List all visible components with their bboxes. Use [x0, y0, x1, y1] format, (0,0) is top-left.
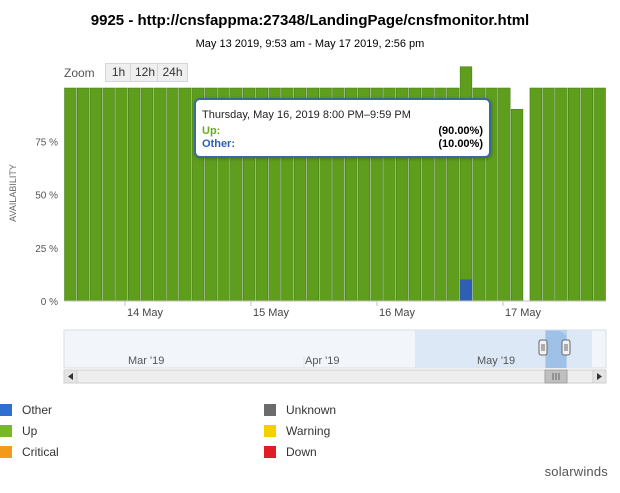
legend-label-down: Down — [286, 445, 317, 459]
navigator-left-handle[interactable] — [538, 339, 548, 356]
bar-up[interactable] — [529, 87, 542, 302]
bar-up[interactable] — [498, 87, 511, 302]
legend-label-warning: Warning — [286, 424, 331, 438]
y-tick-label: 50 % — [35, 191, 58, 202]
legend-swatch-warning — [264, 425, 276, 437]
bar-tooltip: Thursday, May 16, 2019 8:00 PM–9:59 PM U… — [194, 98, 491, 158]
legend-label-other: Other — [22, 403, 53, 417]
tooltip-up-label: Up: — [202, 125, 221, 137]
legend-swatch-critical — [0, 446, 12, 458]
bar-up[interactable] — [542, 87, 555, 302]
legend-label-critical: Critical — [22, 445, 59, 459]
y-tick-label: 75 % — [35, 137, 58, 148]
tooltip-other-label: Other: — [202, 138, 235, 150]
bar-up[interactable] — [166, 87, 179, 302]
bar-up[interactable] — [179, 87, 192, 302]
tooltip-up-value: (90.00%) — [438, 125, 483, 137]
legend-swatch-other — [0, 404, 12, 416]
solarwinds-logo: solarwinds — [545, 464, 608, 479]
availability-chart: AVAILABILITY 0 % 25 % 50 % 75 % 14 May 15 Ma… — [8, 66, 607, 384]
navigator-right-handle[interactable] — [561, 339, 571, 356]
bar-up[interactable] — [77, 87, 90, 302]
legend-swatch-down — [264, 446, 276, 458]
bar-up[interactable] — [128, 87, 141, 302]
logo-text: solarwinds — [544, 464, 608, 479]
tooltip-other-row: Other: (10.00%) — [202, 138, 483, 150]
bar-up[interactable] — [593, 87, 606, 302]
y-tick-label: 0 % — [41, 297, 58, 308]
legend-label-up: Up — [22, 424, 38, 438]
legend-swatch-unknown — [264, 404, 276, 416]
bar-up[interactable] — [567, 87, 581, 302]
bar-up[interactable] — [580, 87, 593, 302]
x-axis-ticks: 14 May 15 May 16 May 17 May — [124, 301, 542, 319]
bar-up[interactable] — [89, 87, 103, 302]
bar-up[interactable] — [115, 87, 128, 302]
x-tick-label: 16 May — [379, 307, 416, 319]
bar-up[interactable] — [153, 87, 166, 302]
bar-up[interactable] — [510, 109, 524, 302]
navigator-scrollbar[interactable] — [63, 369, 607, 384]
tooltip-title: Thursday, May 16, 2019 8:00 PM–9:59 PM — [202, 109, 411, 121]
y-axis-ticks: 0 % 25 % 50 % 75 % — [35, 137, 58, 308]
navigator-label-may: May '19 — [477, 355, 515, 367]
bar-up[interactable] — [555, 87, 568, 302]
tooltip-other-value: (10.00%) — [438, 138, 483, 150]
legend-label-unknown: Unknown — [286, 403, 337, 417]
navigator[interactable]: Mar '19 Apr '19 May '19 — [63, 329, 607, 369]
legend-swatch-up — [0, 425, 12, 437]
scrollbar-track[interactable] — [63, 369, 607, 384]
tooltip-up-row: Up: (90.00%) — [202, 125, 483, 137]
bar-up[interactable] — [102, 87, 115, 302]
bar-up[interactable] — [64, 87, 77, 302]
navigator-label-mar: Mar '19 — [128, 355, 164, 367]
x-tick-label: 17 May — [505, 307, 542, 319]
x-tick-label: 15 May — [253, 307, 290, 319]
y-axis-title-group: AVAILABILITY — [8, 164, 18, 222]
navigator-label-apr: Apr '19 — [305, 355, 340, 367]
y-tick-label: 25 % — [35, 244, 58, 255]
x-tick-label: 14 May — [127, 307, 164, 319]
bar-up[interactable] — [140, 87, 154, 302]
y-axis-title: AVAILABILITY — [8, 164, 18, 222]
bar-other[interactable] — [459, 279, 473, 302]
